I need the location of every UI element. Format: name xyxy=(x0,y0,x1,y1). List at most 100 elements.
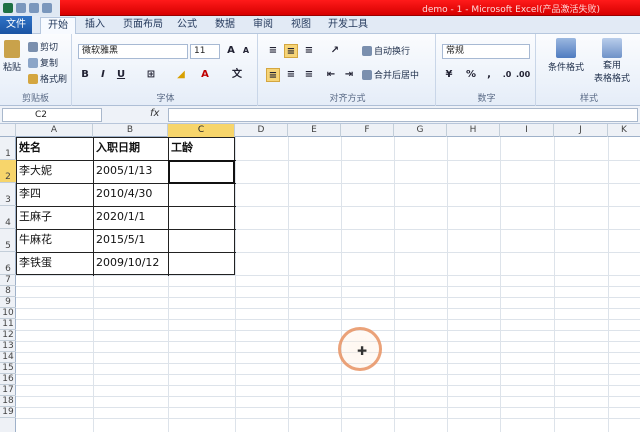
align-left-button[interactable]: ≡ xyxy=(266,68,280,82)
italic-button[interactable]: I xyxy=(96,68,110,82)
percent-button[interactable]: % xyxy=(464,68,478,82)
tab-page-layout[interactable]: 页面布局 xyxy=(118,17,168,34)
row-header-13[interactable]: 13 xyxy=(0,341,16,352)
cell-c1[interactable]: 工龄 xyxy=(168,137,235,160)
font-color-button[interactable]: A xyxy=(198,68,212,82)
row-header-18[interactable]: 18 xyxy=(0,396,16,407)
tab-formulas[interactable]: 公式 xyxy=(174,17,200,34)
row-header-17[interactable]: 17 xyxy=(0,385,16,396)
format-painter-button[interactable]: 格式刷 xyxy=(28,72,67,85)
row-header-19[interactable]: 19 xyxy=(0,407,16,418)
tab-data[interactable]: 数据 xyxy=(212,17,238,34)
font-size-select[interactable]: 11 xyxy=(190,44,220,59)
cell-a1[interactable]: 姓名 xyxy=(16,137,93,160)
bold-button[interactable]: B xyxy=(78,68,92,82)
row-header-8[interactable]: 8 xyxy=(0,286,16,297)
column-header-h[interactable]: H xyxy=(447,124,500,137)
cell-b1[interactable]: 入职日期 xyxy=(93,137,168,160)
cell-b2[interactable]: 2005/1/13 xyxy=(93,160,168,183)
conditional-format-button[interactable]: 条件格式 xyxy=(544,38,588,73)
column-header-k[interactable]: K xyxy=(608,124,640,137)
orientation-button[interactable]: ↗ xyxy=(328,44,342,58)
row-header-15[interactable]: 15 xyxy=(0,363,16,374)
cell-b4[interactable]: 2020/1/1 xyxy=(93,206,168,229)
row-header-5[interactable]: 5 xyxy=(0,229,16,252)
row-header-9[interactable]: 9 xyxy=(0,297,16,308)
cell-a6[interactable]: 李铁蛋 xyxy=(16,252,93,275)
increase-decimal-button[interactable]: .0 xyxy=(500,68,514,82)
cell-a4[interactable]: 王麻子 xyxy=(16,206,93,229)
row-header-3[interactable]: 3 xyxy=(0,183,16,206)
save-icon[interactable] xyxy=(16,3,26,13)
column-header-e[interactable]: E xyxy=(288,124,341,137)
formula-input[interactable] xyxy=(168,108,638,122)
column-header-b[interactable]: B xyxy=(93,124,168,137)
format-as-table-button[interactable]: 套用 表格格式 xyxy=(590,38,634,84)
row-header-10[interactable]: 10 xyxy=(0,308,16,319)
copy-button[interactable]: 复制 xyxy=(28,56,58,69)
column-header-a[interactable]: A xyxy=(16,124,93,137)
comma-style-button[interactable]: , xyxy=(482,68,496,82)
align-center-button[interactable]: ≡ xyxy=(284,68,298,82)
cell-b3[interactable]: 2010/4/30 xyxy=(93,183,168,206)
cell-c5[interactable] xyxy=(168,229,235,252)
row-header-16[interactable]: 16 xyxy=(0,374,16,385)
row-header-7[interactable]: 7 xyxy=(0,275,16,286)
row-header-1[interactable]: 1 xyxy=(0,137,16,160)
borders-button[interactable]: ⊞ xyxy=(144,68,158,82)
merge-center-button[interactable]: 合并后居中 xyxy=(362,68,419,81)
fill-color-button[interactable]: ◢ xyxy=(174,68,188,82)
underline-button[interactable]: U xyxy=(114,68,128,82)
redo-icon[interactable] xyxy=(42,3,52,13)
active-cell-selection[interactable] xyxy=(168,160,235,184)
cell-c6[interactable] xyxy=(168,252,235,275)
increase-indent-button[interactable]: ⇥ xyxy=(342,68,356,82)
undo-icon[interactable] xyxy=(29,3,39,13)
decrease-indent-button[interactable]: ⇤ xyxy=(324,68,338,82)
column-header-f[interactable]: F xyxy=(341,124,394,137)
column-header-i[interactable]: I xyxy=(500,124,554,137)
worksheet-grid[interactable]: 姓名 入职日期 工龄 李大妮 2005/1/13 李四 2010/4/30 王麻… xyxy=(16,137,640,432)
row-header-6[interactable]: 6 xyxy=(0,252,16,275)
cell-a3[interactable]: 李四 xyxy=(16,183,93,206)
row-header-11[interactable]: 11 xyxy=(0,319,16,330)
row-header-4[interactable]: 4 xyxy=(0,206,16,229)
column-header-j[interactable]: J xyxy=(554,124,608,137)
cell-a2[interactable]: 李大妮 xyxy=(16,160,93,183)
row-header-2[interactable]: 2 xyxy=(0,160,16,183)
row-header-14[interactable]: 14 xyxy=(0,352,16,363)
font-name-select[interactable]: 微软雅黑 xyxy=(78,44,188,59)
name-box[interactable]: C2 xyxy=(2,108,102,122)
cell-a5[interactable]: 牛麻花 xyxy=(16,229,93,252)
select-all-corner[interactable] xyxy=(0,124,16,137)
tab-file[interactable]: 文件 xyxy=(0,16,32,34)
accounting-format-button[interactable]: ¥ xyxy=(442,68,456,82)
align-bottom-button[interactable]: ≡ xyxy=(302,44,316,58)
number-format-select[interactable]: 常规 xyxy=(442,44,530,59)
shrink-font-button[interactable]: A xyxy=(239,44,253,58)
cell-c4[interactable] xyxy=(168,206,235,229)
phonetic-button[interactable]: 文 xyxy=(230,68,244,82)
cell-b6[interactable]: 2009/10/12 xyxy=(93,252,168,275)
column-header-c[interactable]: C xyxy=(168,124,235,137)
align-top-button[interactable]: ≡ xyxy=(266,44,280,58)
grow-font-button[interactable]: A xyxy=(224,44,238,58)
row-header-12[interactable]: 12 xyxy=(0,330,16,341)
tab-review[interactable]: 审阅 xyxy=(250,17,276,34)
tab-developer[interactable]: 开发工具 xyxy=(326,17,370,34)
tab-insert[interactable]: 插入 xyxy=(82,17,108,34)
tab-home[interactable]: 开始 xyxy=(40,17,76,34)
insert-function-button[interactable]: fx xyxy=(150,108,159,119)
cell-c3[interactable] xyxy=(168,183,235,206)
wrap-text-button[interactable]: 自动换行 xyxy=(362,44,410,57)
align-right-button[interactable]: ≡ xyxy=(302,68,316,82)
paste-button[interactable]: 粘贴 xyxy=(2,40,22,73)
align-middle-button[interactable]: ≡ xyxy=(284,44,298,58)
cut-button[interactable]: 剪切 xyxy=(28,40,58,53)
column-header-g[interactable]: G xyxy=(394,124,447,137)
cell-b5[interactable]: 2015/5/1 xyxy=(93,229,168,252)
gridline xyxy=(16,396,640,397)
column-header-d[interactable]: D xyxy=(235,124,288,137)
tab-view[interactable]: 视图 xyxy=(288,17,314,34)
decrease-decimal-button[interactable]: .00 xyxy=(516,68,530,82)
